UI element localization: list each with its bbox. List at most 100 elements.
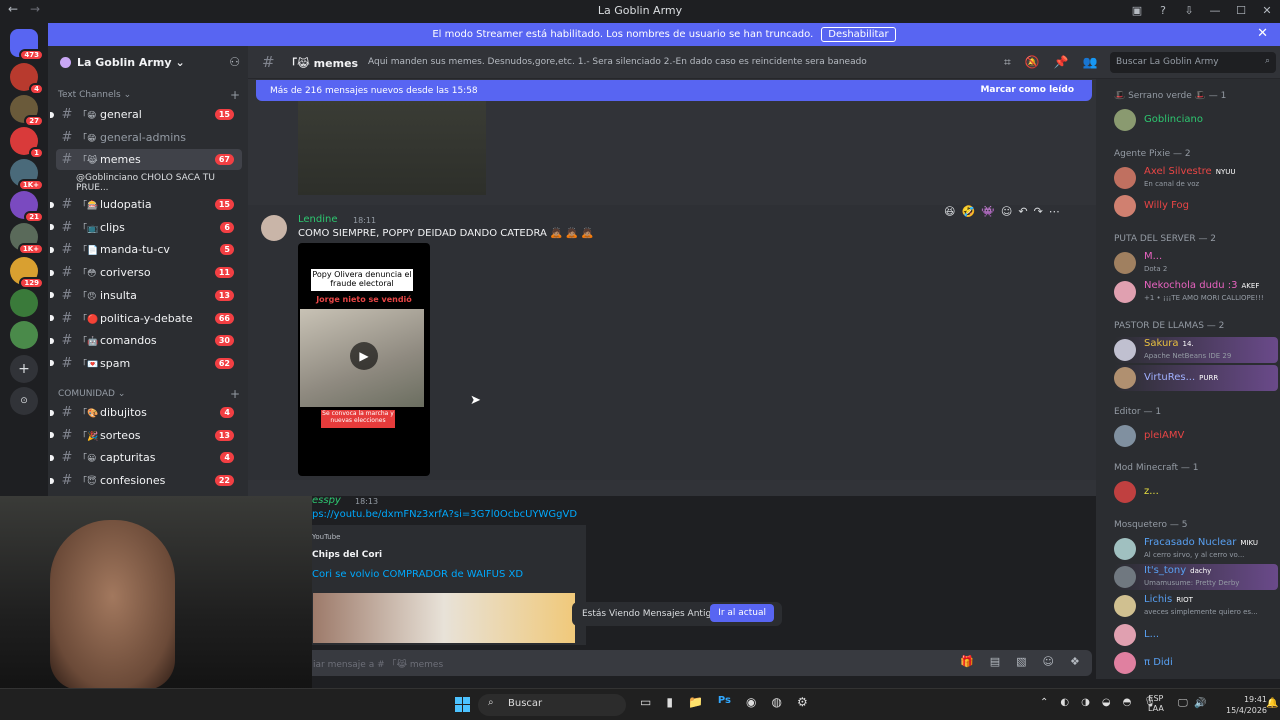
channel-general-admins[interactable]: # 「😁 general-admins: [56, 127, 242, 148]
threads-icon[interactable]: ⌗: [1004, 55, 1011, 70]
apps-icon[interactable]: ❖: [1070, 655, 1080, 668]
clock[interactable]: 19:41 15/4/2026: [1226, 694, 1267, 716]
network-icon[interactable]: 🖵: [1178, 698, 1188, 709]
channel-clips[interactable]: # 「📺 clips 6: [50, 217, 242, 238]
server-icon[interactable]: 1: [10, 127, 44, 159]
channel-ludopatia[interactable]: # 「🎰 ludopatia 15: [50, 194, 242, 215]
member-item[interactable]: M... Dota 2: [1114, 250, 1278, 276]
channel-memes[interactable]: # 「😹 memes 67: [56, 149, 242, 171]
reaction-smile-icon[interactable]: 😆: [944, 205, 955, 218]
app-icon[interactable]: ▮: [666, 695, 673, 709]
member-item[interactable]: It's_tony dachy Umamusume: Pretty Derby: [1114, 564, 1278, 590]
tray-app-icon[interactable]: ◓: [1123, 697, 1132, 708]
member-item[interactable]: L...: [1114, 622, 1278, 648]
members-icon[interactable]: 👥: [1083, 55, 1098, 70]
category-text-channels[interactable]: Text Channels ⌄ +: [58, 88, 240, 102]
reaction-laugh-icon[interactable]: 🤣: [961, 205, 975, 218]
file-explorer-icon[interactable]: 📁: [688, 695, 703, 709]
channel-dibujitos[interactable]: # 「🎨 dibujitos 4: [50, 402, 242, 423]
channel-general[interactable]: # 「😁 general 15: [50, 104, 242, 125]
sticker-icon[interactable]: ▧: [1016, 655, 1026, 668]
member-item[interactable]: Nekochola dudu :3 AKEF +1 • ¡¡¡TE AMO MORI…: [1114, 279, 1278, 305]
category-comunidad[interactable]: COMUNIDAD ⌄ +: [58, 387, 240, 401]
help-icon[interactable]: ?: [1150, 4, 1176, 17]
maximize-icon[interactable]: ☐: [1228, 4, 1254, 17]
tray-app-icon[interactable]: ◒: [1102, 697, 1111, 708]
more-icon[interactable]: ⋯: [1049, 205, 1060, 218]
emoji-icon[interactable]: ☺: [1043, 655, 1054, 668]
windows-start-icon[interactable]: [455, 697, 470, 712]
download-icon[interactable]: ⇩: [1176, 4, 1202, 17]
mark-as-read-button[interactable]: Marcar como leído: [980, 85, 1074, 95]
message-author[interactable]: Lendine: [298, 214, 338, 225]
play-icon[interactable]: ▶: [350, 342, 378, 370]
jump-to-present-button[interactable]: Ir al actual: [710, 604, 774, 622]
pin-icon[interactable]: 📌: [1054, 55, 1069, 70]
channel-insulta[interactable]: # 「😠 insulta 13: [50, 285, 242, 306]
member-item[interactable]: Lichis RIOT aveces simplemente quiero es..…: [1114, 593, 1278, 619]
gift-icon[interactable]: 🎁: [960, 655, 974, 668]
embed-author[interactable]: Chips del Cori: [312, 550, 382, 560]
gif-icon[interactable]: ▤: [990, 655, 1000, 668]
channel-sorteos[interactable]: # 「🎉 sorteos 13: [50, 425, 242, 446]
add-channel-icon[interactable]: +: [230, 88, 240, 102]
invite-icon[interactable]: ⚇: [229, 55, 240, 69]
channel-manda-tu-cv[interactable]: # 「📄 manda-tu-cv 5: [50, 239, 242, 260]
message-author[interactable]: esspy: [312, 495, 341, 506]
server-header[interactable]: La Goblin Army ⌄ ⚇: [48, 46, 248, 78]
channel-capturitas[interactable]: # 「😀 capturitas 4: [50, 447, 242, 468]
photoshop-icon[interactable]: Ps: [718, 695, 731, 709]
minimize-icon[interactable]: —: [1202, 4, 1228, 17]
add-channel-icon[interactable]: +: [230, 387, 240, 401]
close-window-icon[interactable]: ✕: [1254, 4, 1280, 17]
member-item[interactable]: Willy Fog: [1114, 193, 1278, 219]
member-item[interactable]: VirtuRes... PURR: [1114, 365, 1278, 391]
volume-icon[interactable]: 🔊: [1194, 698, 1206, 709]
tray-chevron-icon[interactable]: ⌃: [1040, 697, 1048, 708]
add-server-icon[interactable]: +: [10, 355, 38, 383]
disable-streamer-button[interactable]: Deshabilitar: [821, 27, 896, 42]
channel-comandos[interactable]: # 「🤖 comandos 30: [50, 330, 242, 351]
member-item[interactable]: z...: [1114, 479, 1278, 505]
task-view-icon[interactable]: ▭: [640, 695, 651, 709]
channel-confesiones[interactable]: # 「😇 confesiones 22: [50, 470, 242, 491]
taskbar-search[interactable]: ⌕ Buscar: [478, 694, 626, 716]
server-icon[interactable]: 27: [10, 95, 44, 127]
video-attachment[interactable]: Popy Olivera denuncia el fraude electora…: [298, 243, 430, 476]
member-item[interactable]: Goblinciano: [1114, 107, 1278, 133]
server-icon[interactable]: 129: [10, 257, 44, 289]
channel-topic[interactable]: Aqui manden sus memes. Desnudos,gore,etc…: [368, 57, 867, 67]
member-item[interactable]: Sakura 14. Apache NetBeans IDE 29: [1114, 337, 1278, 363]
language-indicator[interactable]: ESP LAA: [1148, 694, 1164, 714]
server-icon[interactable]: [10, 321, 38, 349]
channel-politica-y-debate[interactable]: # 「🔴 politica-y-debate 66: [50, 308, 242, 329]
channel-spam[interactable]: # 「💌 spam 62: [50, 353, 242, 374]
avatar[interactable]: [261, 215, 287, 241]
previous-image-attachment[interactable]: [298, 101, 486, 195]
notification-icon[interactable]: 🔔: [1266, 698, 1278, 709]
inbox-icon[interactable]: ▣: [1124, 4, 1150, 17]
banner-close-icon[interactable]: ✕: [1257, 26, 1268, 41]
member-item[interactable]: pleiAMV: [1114, 423, 1278, 449]
server-icon[interactable]: 1K+: [10, 159, 44, 191]
new-messages-bar[interactable]: Más de 216 mensajes nuevos desde las 15:…: [256, 80, 1092, 101]
member-item[interactable]: Fracasado Nuclear MIKU Al cerro sirvo, y a…: [1114, 536, 1278, 562]
discover-icon[interactable]: ⊙: [10, 387, 38, 415]
discord-icon[interactable]: ◉: [746, 695, 756, 709]
steam-icon[interactable]: ⚙: [797, 695, 808, 709]
server-icon[interactable]: 4: [10, 63, 44, 95]
server-icon[interactable]: [10, 289, 38, 317]
tray-app-icon[interactable]: ◑: [1081, 697, 1090, 708]
forward-icon[interactable]: ↷: [1034, 205, 1043, 218]
channel-coriverso[interactable]: # 「😳 coriverso 11: [50, 262, 242, 283]
thread-item[interactable]: @Goblinciano CHOLO SACA TU PRUE...: [76, 173, 248, 193]
server-icon[interactable]: 473: [10, 29, 44, 61]
tray-app-icon[interactable]: ◐: [1060, 697, 1069, 708]
youtube-link[interactable]: ps://youtu.be/dxmFNz3xrfA?si=3G7l0OcbcUY…: [312, 509, 577, 520]
reaction-goblin-icon[interactable]: 👾: [981, 205, 995, 218]
notifications-icon[interactable]: 🔕: [1025, 55, 1040, 70]
embed-thumbnail[interactable]: [313, 593, 575, 643]
add-reaction-icon[interactable]: ☺: [1001, 205, 1012, 218]
message-input[interactable]: iar mensaje a # 「😹 memes 🎁 ▤ ▧ ☺ ❖: [305, 650, 1092, 676]
server-icon[interactable]: 21: [10, 191, 44, 223]
